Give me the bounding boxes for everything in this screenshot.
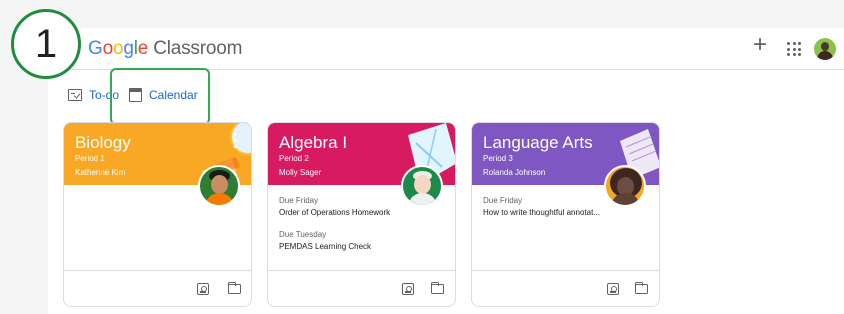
assignment-link[interactable]: Order of Operations Homework bbox=[279, 208, 390, 217]
card-footer-divider bbox=[472, 270, 659, 271]
card-teacher: Molly Sager bbox=[279, 168, 322, 177]
folder-icon[interactable] bbox=[227, 281, 241, 294]
card-footer-divider bbox=[64, 270, 251, 271]
teacher-avatar bbox=[401, 165, 443, 207]
folder-icon[interactable] bbox=[430, 281, 444, 294]
card-period: Period 2 bbox=[279, 154, 309, 163]
apps-grid-icon[interactable] bbox=[787, 42, 801, 56]
step-number: 1 bbox=[34, 22, 58, 66]
outer-background bbox=[0, 0, 844, 28]
card-period: Period 3 bbox=[483, 154, 513, 163]
assignment-icon[interactable] bbox=[197, 283, 209, 295]
assignment-link[interactable]: PEMDAS Learning Check bbox=[279, 242, 371, 251]
class-card-biology[interactable]: Biology Period 1 Katherine Kim bbox=[63, 122, 252, 307]
google-classroom-logo[interactable]: Google Classroom bbox=[88, 38, 242, 60]
card-footer-divider bbox=[268, 270, 455, 271]
todo-checklist-icon bbox=[68, 89, 82, 101]
card-period: Period 1 bbox=[75, 154, 105, 163]
assignment-icon[interactable] bbox=[607, 283, 619, 295]
user-avatar[interactable] bbox=[814, 38, 836, 60]
plus-icon[interactable]: + bbox=[753, 33, 767, 57]
card-teacher: Rolanda Johnson bbox=[483, 168, 546, 177]
teacher-avatar bbox=[604, 165, 646, 207]
card-teacher: Katherine Kim bbox=[75, 168, 126, 177]
assignment-due: Due Friday bbox=[483, 196, 523, 205]
assignment-icon[interactable] bbox=[402, 283, 414, 295]
card-menu-icon[interactable] bbox=[233, 133, 237, 148]
teacher-avatar bbox=[198, 165, 240, 207]
card-title[interactable]: Language Arts bbox=[483, 133, 593, 153]
card-title[interactable]: Biology bbox=[75, 133, 131, 153]
assignment-link[interactable]: How to write thoughtful annotat... bbox=[483, 208, 600, 217]
assignment-due: Due Tuesday bbox=[279, 230, 327, 239]
calendar-highlight bbox=[110, 68, 210, 125]
class-card-algebra[interactable]: Algebra I Period 2 Molly Sager Due Frida… bbox=[267, 122, 456, 307]
class-card-language-arts[interactable]: Language Arts Period 3 Rolanda Johnson D… bbox=[471, 122, 660, 307]
card-title[interactable]: Algebra I bbox=[279, 133, 347, 153]
assignment-due: Due Friday bbox=[279, 196, 319, 205]
folder-icon[interactable] bbox=[634, 281, 648, 294]
